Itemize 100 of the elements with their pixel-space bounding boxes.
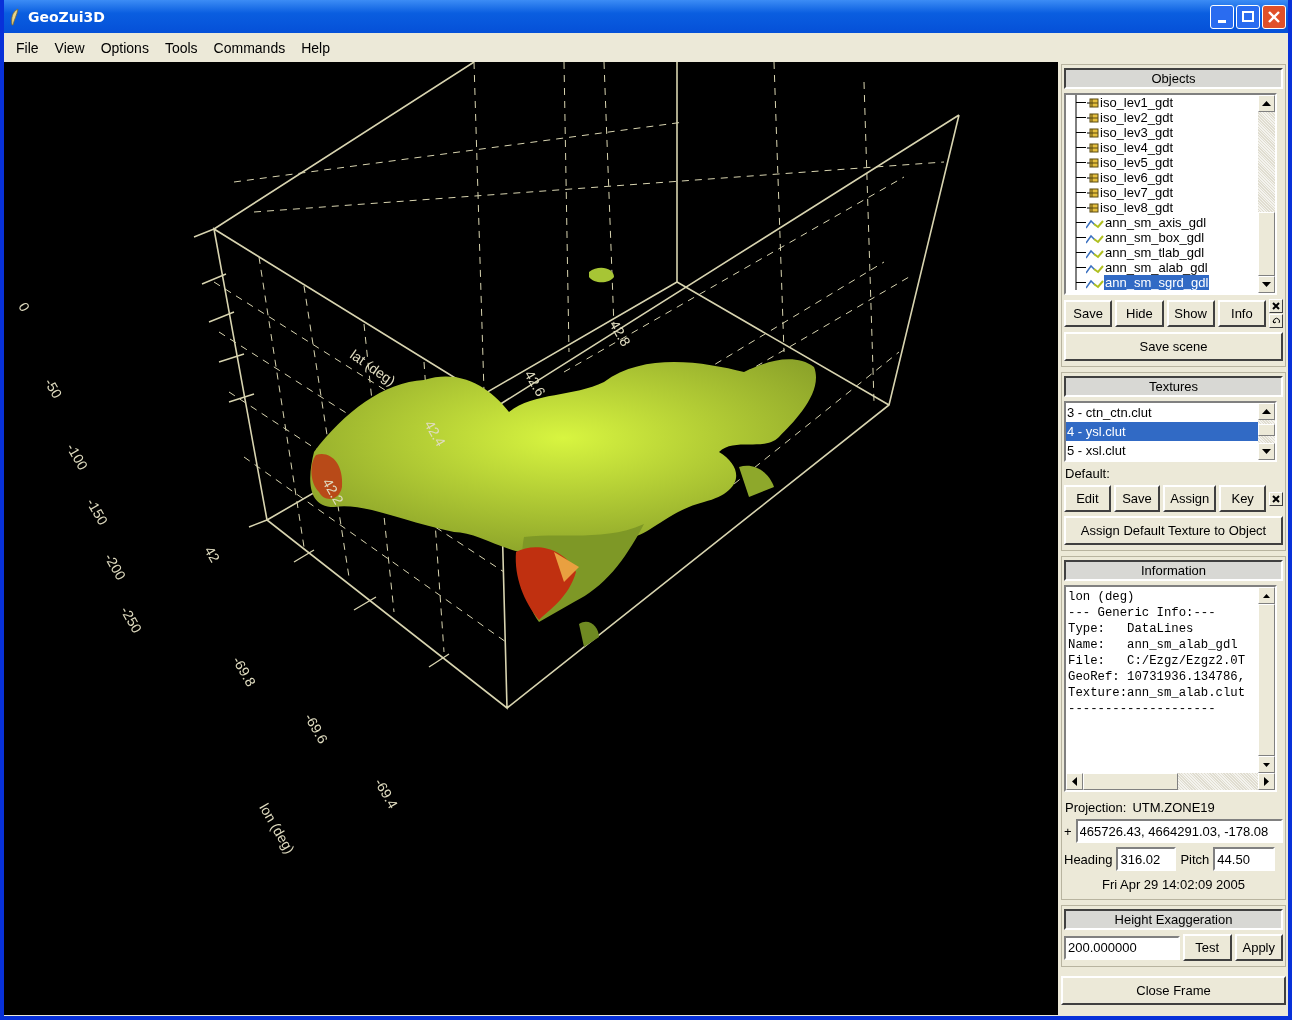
cube-icon [1086,171,1099,184]
maximize-button[interactable] [1236,4,1260,29]
close-button[interactable] [1262,4,1286,29]
scrollbar[interactable] [1258,95,1275,293]
tree-item[interactable]: iso_lev4_gdt [1099,140,1174,155]
info-line: Type: DataLines [1068,621,1195,637]
tree-item[interactable]: iso_lev8_gdt [1099,200,1174,215]
tree-line-icon [1072,260,1086,275]
tree-item[interactable]: ann_sm_alab_gdl [1104,260,1209,275]
refresh-button[interactable] [1269,314,1283,328]
object-action-button[interactable]: Info [1217,300,1266,327]
tree-line-icon [1072,230,1086,245]
down-arrow-icon [1262,449,1271,454]
info-line: File: C:/Ezgz/Ezgz2.0T [1068,653,1247,669]
panel-header: Information [1064,560,1283,581]
close-icon [1268,10,1280,23]
cube-icon [1086,201,1099,214]
horizontal-scrollbar[interactable] [1066,773,1275,790]
projection-label: Projection: [1065,800,1127,815]
scroll-up-button[interactable] [1258,95,1275,112]
object-action-button[interactable]: Save [1064,300,1113,327]
texture-action-button[interactable]: Key [1219,485,1266,512]
cube-icon [1086,111,1099,124]
heading-label: Heading [1064,851,1113,867]
height-action-button[interactable]: Apply [1234,934,1283,961]
texture-item[interactable]: 5 - xsl.clut [1066,441,1258,460]
down-arrow-icon [1262,282,1271,287]
up-arrow-icon [1262,409,1271,414]
save-scene-button[interactable]: Save scene [1064,332,1283,361]
panel-header: Height Exaggeration [1064,909,1283,930]
pitch-label: Pitch [1180,851,1210,867]
tree-line-icon [1072,170,1086,185]
scroll-down-button[interactable] [1258,443,1275,460]
scrollbar[interactable] [1258,403,1275,460]
menu-item[interactable]: Commands [205,39,294,56]
scroll-up-button[interactable] [1258,587,1275,604]
axis-label: -50 [41,375,66,401]
tree-line-icon [1072,245,1086,260]
menu-item[interactable]: File [8,39,47,56]
default-label: Default: [1064,466,1111,481]
left-arrow-icon [1072,777,1077,786]
tree-item[interactable]: iso_lev5_gdt [1099,155,1174,170]
up-arrow-icon [1263,593,1270,598]
tree-item[interactable]: iso_lev7_gdt [1099,185,1174,200]
tree-line-icon [1072,185,1086,200]
up-arrow-icon [1262,101,1271,106]
position-field[interactable]: 465726.43, 4664291.03, -178.08 [1075,819,1283,843]
tree-item[interactable]: iso_lev3_gdt [1099,125,1174,140]
scroll-right-button[interactable] [1258,773,1275,790]
minimize-button[interactable] [1210,4,1234,29]
texture-action-button[interactable]: Save [1113,485,1161,512]
pitch-field[interactable]: 44.50 [1213,847,1276,871]
tree-line-icon [1072,110,1086,125]
object-action-button[interactable]: Hide [1115,300,1164,327]
tree-item[interactable]: iso_lev2_gdt [1099,110,1174,125]
down-arrow-icon [1263,762,1270,767]
info-line: --- Generic Info:--- [1068,605,1217,621]
remove-button[interactable] [1269,299,1283,313]
window-title: GeoZui3D [28,8,105,25]
tree-item[interactable]: ann_sm_axis_gdl [1104,215,1208,230]
panel-header: Objects [1064,68,1283,89]
object-action-button[interactable]: Show [1166,300,1215,327]
scroll-down-button[interactable] [1258,756,1275,773]
assign-default-texture-button[interactable]: Assign Default Texture to Object [1064,516,1283,545]
close-icon [1272,494,1280,503]
heading-field[interactable]: 316.02 [1116,847,1177,871]
scroll-up-button[interactable] [1258,403,1275,420]
height-field[interactable]: 200.000000 [1064,935,1180,960]
position-prefix: + [1064,823,1072,839]
remove-button[interactable] [1269,491,1283,506]
tree-item[interactable]: ann_sm_box_gdl [1104,230,1206,245]
timestamp: Fri Apr 29 14:02:09 2005 [1100,876,1247,894]
tree-item[interactable]: ann_sm_tlab_gdl [1104,245,1206,260]
height-action-button[interactable]: Test [1183,934,1232,961]
menu-item[interactable]: Options [92,39,157,56]
tree-item[interactable]: iso_lev6_gdt [1099,170,1174,185]
info-text-area[interactable]: lon (deg) --- Generic Info:--- Type: DataLines Name: ann_sm_alab_gdl File: C:/Ezgz/Ezgz2.0T GeoRef: 10731936.134786, Texture:ann_sm_alab.clut -------------------- [1064,585,1277,792]
refresh-icon [1271,316,1281,326]
cube-icon [1086,156,1099,169]
tree-line-icon [1072,200,1086,215]
tree-line-icon [1072,275,1086,290]
close-frame-button[interactable]: Close Frame [1061,976,1286,1005]
tree-item[interactable]: ann_sm_sgrd_gdl [1104,275,1210,290]
info-line: GeoRef: 10731936.134786, [1068,669,1247,685]
menu-item[interactable]: View [46,39,93,56]
tree-line-icon [1072,125,1086,140]
texture-action-button[interactable]: Edit [1064,485,1111,512]
texture-action-button[interactable]: Assign [1163,485,1217,512]
tree-item[interactable]: iso_lev1_gdt [1099,95,1174,110]
tree-line-icon [1072,95,1086,110]
scroll-down-button[interactable] [1258,276,1275,293]
right-arrow-icon [1264,777,1269,786]
scrollbar[interactable] [1258,587,1275,773]
menu-item[interactable]: Help [293,39,338,56]
panel-header: Textures [1064,376,1283,397]
projection-value: UTM.ZONE19 [1132,800,1215,815]
scroll-left-button[interactable] [1066,773,1083,790]
texture-item[interactable]: 4 - ysl.clut [1066,422,1258,441]
texture-item[interactable]: 3 - ctn_ctn.clut [1066,403,1258,422]
menu-item[interactable]: Tools [156,39,206,56]
